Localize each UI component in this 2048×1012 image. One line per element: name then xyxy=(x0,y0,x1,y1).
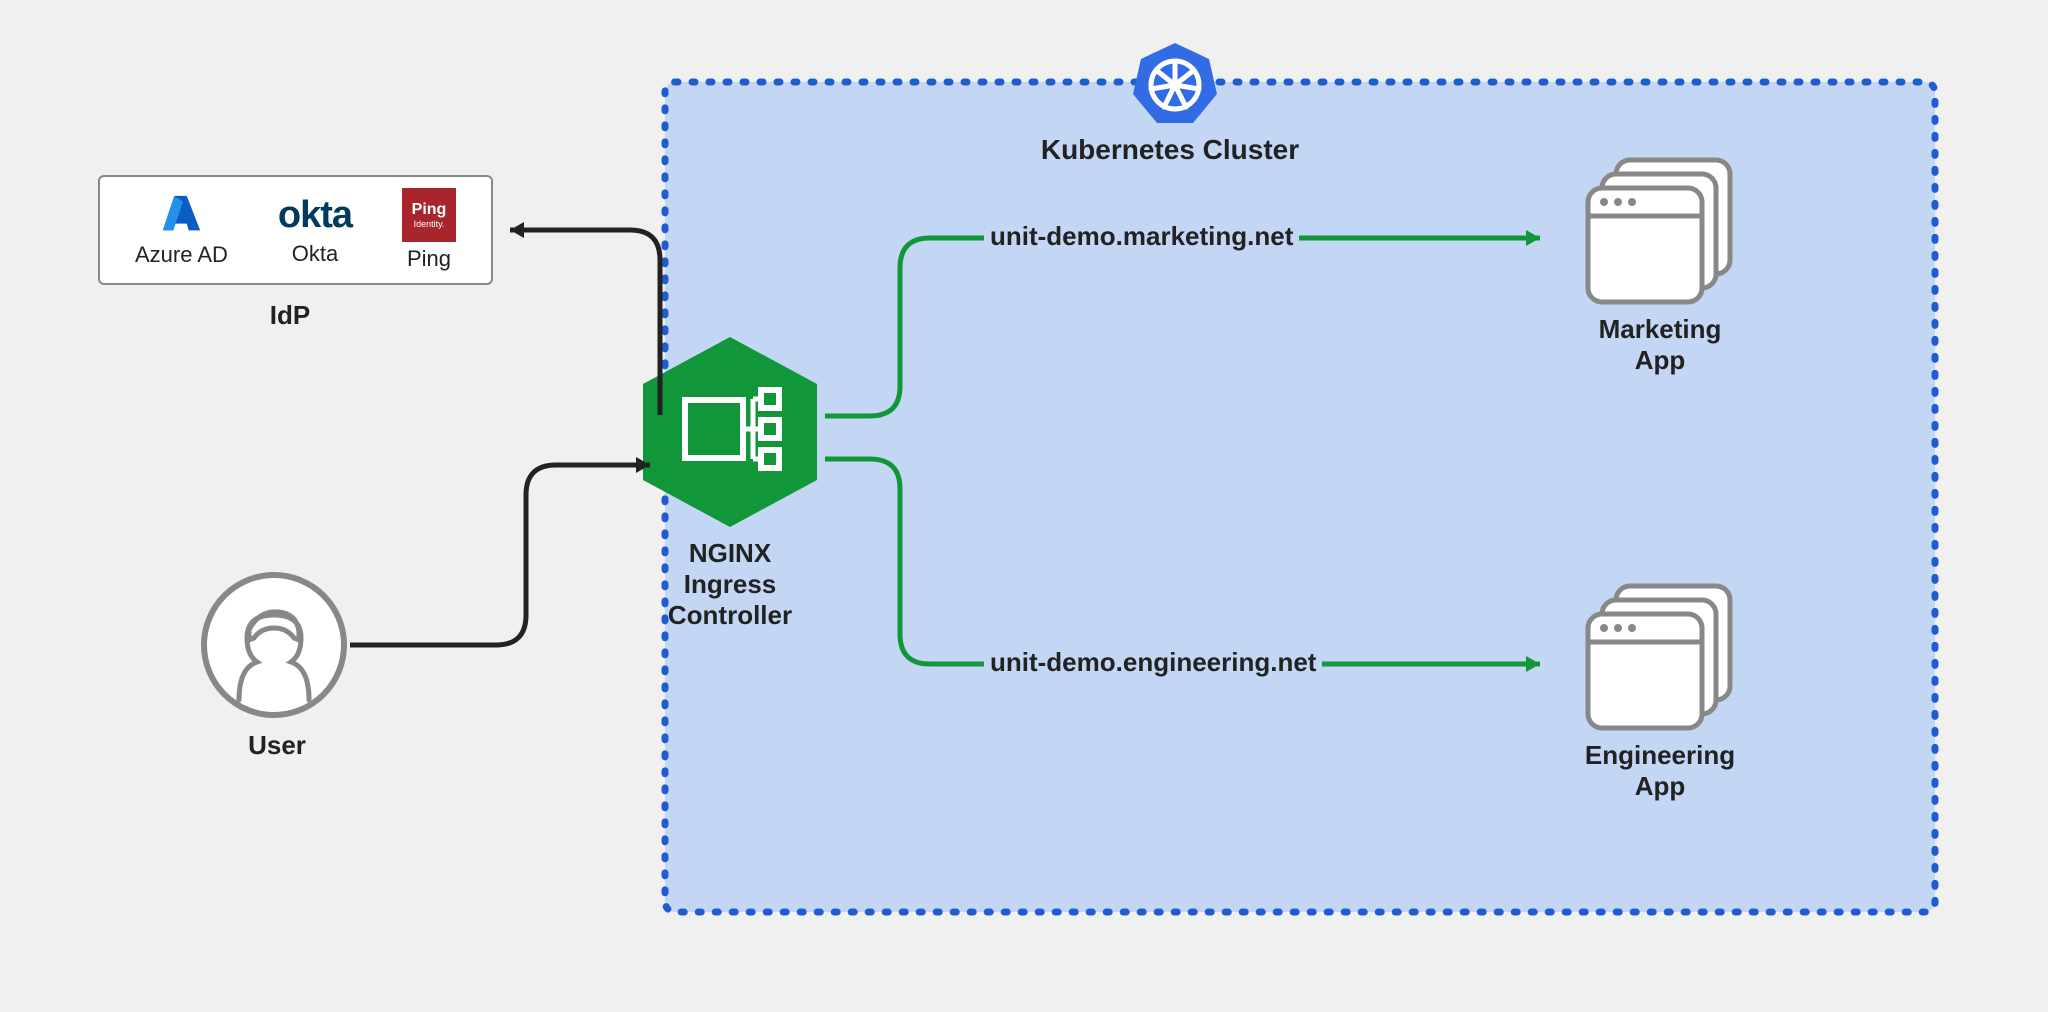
kubernetes-icon xyxy=(1130,39,1220,129)
idp-okta-label: Okta xyxy=(292,241,338,267)
engineering-app-label-2: App xyxy=(1575,771,1745,802)
arrow-engineering xyxy=(820,454,1560,679)
arrow-marketing xyxy=(820,228,1560,428)
marketing-app-icon xyxy=(1580,150,1740,310)
ping-icon: Ping Identity. xyxy=(402,188,456,242)
idp-ping-label: Ping xyxy=(407,246,451,272)
engineering-app-icon xyxy=(1580,576,1740,736)
azure-icon xyxy=(158,192,204,238)
idp-box: Azure AD okta Okta Ping Identity. Ping xyxy=(98,175,493,285)
user-label: User xyxy=(232,730,322,761)
route-url-engineering: unit-demo.engineering.net xyxy=(984,647,1322,678)
user-icon xyxy=(199,570,349,720)
idp-ping: Ping Identity. Ping xyxy=(402,188,456,272)
idp-azure-label: Azure AD xyxy=(135,242,228,268)
diagram-canvas: Kubernetes Cluster Azure AD okta Okta Pi… xyxy=(0,0,2048,1012)
idp-azure: Azure AD xyxy=(135,192,228,268)
idp-okta: okta Okta xyxy=(278,194,352,267)
okta-icon: okta xyxy=(278,194,352,237)
marketing-app-label-1: Marketing xyxy=(1580,314,1740,345)
arrow-idp xyxy=(490,220,670,420)
engineering-app-label-group: Engineering App xyxy=(1575,740,1745,802)
route-url-marketing: unit-demo.marketing.net xyxy=(984,221,1299,252)
idp-label: IdP xyxy=(230,300,350,331)
engineering-app-label-1: Engineering xyxy=(1575,740,1745,771)
marketing-app-label-2: App xyxy=(1580,345,1740,376)
arrow-user xyxy=(346,455,670,655)
cluster-label: Kubernetes Cluster xyxy=(1010,134,1330,166)
marketing-app-label-group: Marketing App xyxy=(1580,314,1740,376)
